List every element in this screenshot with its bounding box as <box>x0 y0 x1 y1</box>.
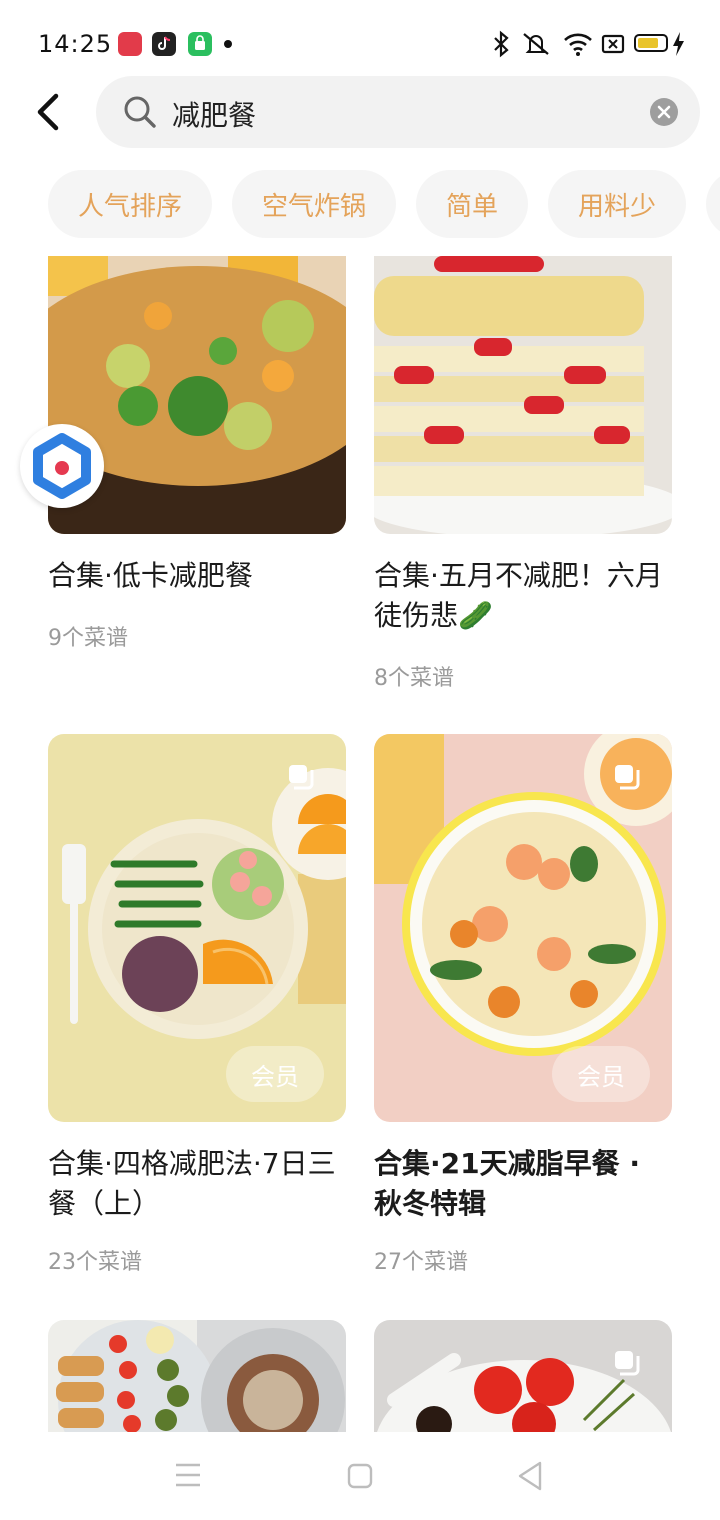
vip-badge: 会员 <box>552 1046 650 1102</box>
assistant-logo-icon <box>33 433 91 499</box>
collection-card[interactable] <box>374 1320 672 1432</box>
tiktok-icon <box>152 32 176 56</box>
shop-icon <box>188 32 212 56</box>
clear-search-button[interactable] <box>650 98 678 126</box>
status-time: 14:25 <box>38 30 113 58</box>
collection-title: 合集·低卡减肥餐 <box>48 559 253 592</box>
back-nav-icon[interactable] <box>516 1460 544 1492</box>
filter-chip-simple[interactable]: 简单 <box>416 170 528 238</box>
notification-dot-icon <box>224 40 232 48</box>
collection-thumbnail <box>48 1320 346 1432</box>
collection-thumbnail: 会员 <box>374 734 672 1122</box>
recipe-count: 8个菜谱 <box>374 666 454 691</box>
floating-assistant-button[interactable] <box>20 424 104 508</box>
collection-icon <box>289 765 314 790</box>
system-navigation-bar <box>0 1432 720 1520</box>
vip-badge: 会员 <box>226 1046 324 1102</box>
recipe-count: 9个菜谱 <box>48 626 128 651</box>
charging-icon <box>673 32 684 56</box>
collection-title: 合集·四格减肥法·7日三餐（上） <box>48 1147 336 1220</box>
back-arrow-icon <box>37 93 59 131</box>
collection-card[interactable]: 合集·五月不减肥！六月徒伤悲🥒 8个菜谱 <box>374 256 672 696</box>
filter-chip-popularity[interactable]: 人气排序 <box>48 170 212 238</box>
collection-card[interactable] <box>48 1320 346 1432</box>
collection-thumbnail <box>374 1320 672 1432</box>
home-nav-icon[interactable] <box>346 1462 374 1490</box>
screen-record-icon <box>118 32 142 56</box>
close-icon <box>657 105 671 119</box>
collection-title: 合集·21天减脂早餐 · 秋冬特辑 <box>374 1147 640 1220</box>
menu-nav-icon[interactable] <box>174 1462 202 1488</box>
search-input[interactable]: 减肥餐 <box>172 94 256 134</box>
bluetooth-icon <box>494 30 509 58</box>
status-bar: 14:25 <box>0 0 720 88</box>
sim-icon <box>601 34 625 54</box>
recipe-count: 23个菜谱 <box>48 1250 142 1275</box>
filter-chip-more[interactable] <box>706 170 720 238</box>
battery-icon <box>634 34 668 52</box>
search-icon <box>124 96 156 128</box>
filter-chip-few-ingredients[interactable]: 用料少 <box>548 170 686 238</box>
mute-icon <box>523 33 549 55</box>
search-bar[interactable]: 减肥餐 <box>96 76 700 148</box>
collection-icon <box>615 765 640 790</box>
collection-thumbnail <box>374 256 672 534</box>
back-button[interactable] <box>28 88 72 136</box>
collection-icon <box>615 1351 640 1376</box>
collection-title: 合集·五月不减肥！六月徒伤悲🥒 <box>374 559 663 632</box>
collection-card[interactable]: 会员 合集·四格减肥法·7日三餐（上） 23个菜谱 <box>48 734 346 1275</box>
wifi-icon <box>564 33 592 56</box>
recipe-count: 27个菜谱 <box>374 1250 468 1275</box>
filter-chip-row: 人气排序 空气炸锅 简单 用料少 <box>0 170 720 242</box>
collection-thumbnail: 会员 <box>48 734 346 1122</box>
filter-chip-air-fryer[interactable]: 空气炸锅 <box>232 170 396 238</box>
collection-card[interactable]: 会员 合集·21天减脂早餐 · 秋冬特辑 27个菜谱 <box>374 734 672 1275</box>
